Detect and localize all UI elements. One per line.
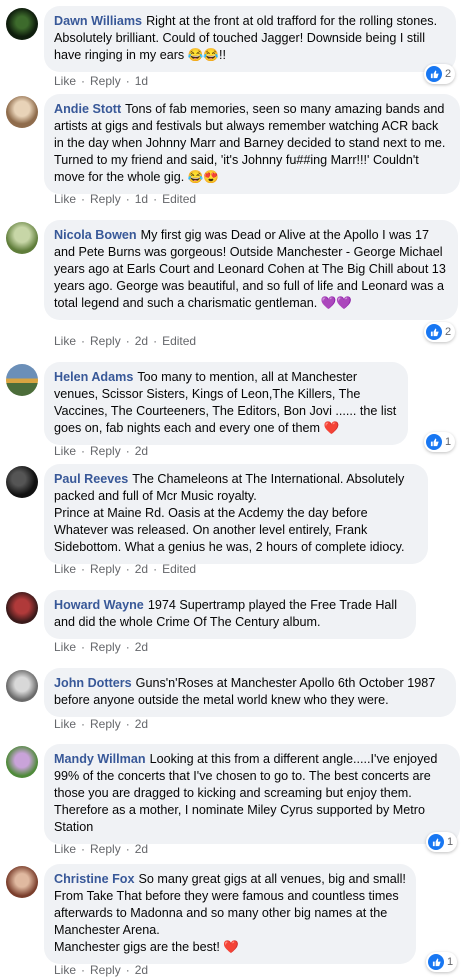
reaction-number: 1 [447, 836, 454, 848]
commenter-name[interactable]: Paul Reeves [54, 472, 128, 486]
commenter-name[interactable]: Andie Stott [54, 102, 121, 116]
thumbs-up-icon [426, 434, 442, 450]
timestamp[interactable]: 2d [135, 562, 148, 576]
reaction-count[interactable]: 2 [424, 64, 456, 84]
comment-bubble: Dawn Williams Right at the front at old t… [44, 6, 456, 72]
commenter-name[interactable]: Dawn Williams [54, 14, 142, 28]
reply-link[interactable]: Reply [90, 74, 121, 88]
reply-link[interactable]: Reply [90, 444, 121, 458]
thumbs-up-icon [428, 954, 444, 970]
commenter-name[interactable]: John Dotters [54, 676, 132, 690]
like-link[interactable]: Like [54, 444, 76, 458]
reply-link[interactable]: Reply [90, 717, 121, 731]
comment-actions: Like · Reply · 2d · Edited [54, 562, 197, 576]
comment-actions: Like · Reply · 2d [54, 842, 149, 856]
avatar[interactable] [6, 222, 38, 254]
reaction-count[interactable]: 1 [426, 832, 458, 852]
edited-label[interactable]: Edited [162, 192, 196, 206]
timestamp[interactable]: 1d [135, 192, 148, 206]
comment-bubble: Mandy Willman Looking at this from a diff… [44, 744, 460, 844]
thumbs-up-icon [426, 66, 442, 82]
commenter-name[interactable]: Christine Fox [54, 872, 134, 886]
reaction-number: 1 [447, 956, 454, 968]
comment-actions: Like · Reply · 2d · Edited [54, 334, 197, 348]
comment-bubble: John Dotters Guns'n'Roses at Manchester A… [44, 668, 456, 717]
commenter-name[interactable]: Howard Wayne [54, 598, 144, 612]
timestamp[interactable]: 1d [135, 74, 148, 88]
reaction-number: 2 [445, 326, 452, 338]
timestamp[interactable]: 2d [135, 963, 148, 977]
reaction-count[interactable]: 2 [424, 322, 456, 342]
avatar[interactable] [6, 364, 38, 396]
like-link[interactable]: Like [54, 192, 76, 206]
reply-link[interactable]: Reply [90, 562, 121, 576]
comment-bubble: Paul Reeves The Chameleons at The Interna… [44, 464, 428, 564]
reaction-count[interactable]: 1 [424, 432, 456, 452]
comment-bubble: Helen Adams Too many to mention, all at M… [44, 362, 408, 445]
timestamp[interactable]: 2d [135, 842, 148, 856]
avatar[interactable] [6, 670, 38, 702]
reaction-number: 2 [445, 68, 452, 80]
comment-bubble: Andie Stott Tons of fab memories, seen so… [44, 94, 460, 194]
like-link[interactable]: Like [54, 717, 76, 731]
reply-link[interactable]: Reply [90, 842, 121, 856]
commenter-name[interactable]: Mandy Willman [54, 752, 146, 766]
like-link[interactable]: Like [54, 74, 76, 88]
like-link[interactable]: Like [54, 640, 76, 654]
avatar[interactable] [6, 8, 38, 40]
comment-actions: Like · Reply · 1d [54, 74, 149, 88]
comment-bubble: Nicola Bowen My first gig was Dead or Ali… [44, 220, 458, 320]
comment-bubble: Christine Fox So many great gigs at all v… [44, 864, 416, 964]
reaction-number: 1 [445, 436, 452, 448]
commenter-name[interactable]: Nicola Bowen [54, 228, 137, 242]
avatar[interactable] [6, 866, 38, 898]
commenter-name[interactable]: Helen Adams [54, 370, 133, 384]
timestamp[interactable]: 2d [135, 444, 148, 458]
avatar[interactable] [6, 592, 38, 624]
edited-label[interactable]: Edited [162, 562, 196, 576]
reaction-count[interactable]: 1 [426, 952, 458, 972]
like-link[interactable]: Like [54, 562, 76, 576]
reply-link[interactable]: Reply [90, 963, 121, 977]
comment-actions: Like · Reply · 2d [54, 640, 149, 654]
avatar[interactable] [6, 746, 38, 778]
comment-actions: Like · Reply · 2d [54, 963, 149, 977]
timestamp[interactable]: 2d [135, 640, 148, 654]
edited-label[interactable]: Edited [162, 334, 196, 348]
reply-link[interactable]: Reply [90, 192, 121, 206]
comment-bubble: Howard Wayne 1974 Supertramp played the F… [44, 590, 416, 639]
thumbs-up-icon [426, 324, 442, 340]
timestamp[interactable]: 2d [135, 717, 148, 731]
like-link[interactable]: Like [54, 963, 76, 977]
comment-actions: Like · Reply · 2d [54, 444, 149, 458]
comment-actions: Like · Reply · 2d [54, 717, 149, 731]
timestamp[interactable]: 2d [135, 334, 148, 348]
reply-link[interactable]: Reply [90, 640, 121, 654]
avatar[interactable] [6, 96, 38, 128]
like-link[interactable]: Like [54, 842, 76, 856]
thumbs-up-icon [428, 834, 444, 850]
like-link[interactable]: Like [54, 334, 76, 348]
comment-actions: Like · Reply · 1d · Edited [54, 192, 197, 206]
avatar[interactable] [6, 466, 38, 498]
reply-link[interactable]: Reply [90, 334, 121, 348]
